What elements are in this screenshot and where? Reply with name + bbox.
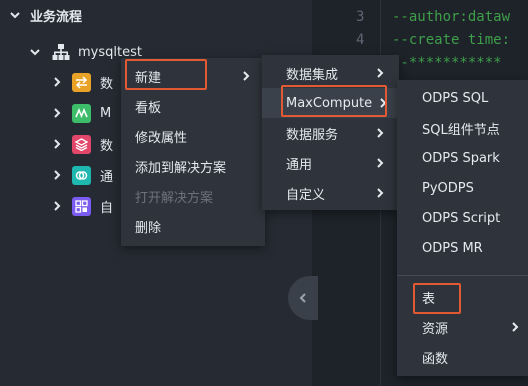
node-data-integration[interactable]: 数 (50, 67, 113, 97)
chevron-down-icon[interactable] (8, 8, 22, 22)
menu-item-label: PyODPS (422, 180, 474, 196)
maxcompute-submenu: ODPS SQL SQL组件节点 ODPS Spark PyODPS ODPS … (397, 80, 528, 376)
menu-item-label: 看板 (135, 100, 162, 116)
node-label: 自 (100, 200, 114, 216)
chevron-right-icon (243, 71, 250, 81)
node-maxcompute[interactable]: M (50, 98, 111, 128)
menu-item-data-integration[interactable]: 数据集成 (262, 58, 399, 88)
menu-item-label: ODPS MR (422, 240, 483, 256)
section-title: 业务流程 (30, 9, 83, 25)
menu-item-label: 删除 (135, 220, 162, 236)
menu-item-label: 数据服务 (286, 127, 339, 143)
context-menu: 新建 看板 修改属性 添加到解决方案 打开解决方案 删除 (121, 58, 265, 246)
menu-item-label: 通用 (286, 157, 313, 173)
menu-item-pyodps[interactable]: PyODPS (397, 173, 528, 203)
menu-item-label: 添加到解决方案 (135, 160, 227, 176)
node-label: 数 (100, 138, 114, 154)
workflow-tree-icon (52, 44, 70, 60)
chevron-right-icon (377, 68, 384, 78)
menu-item-function[interactable]: 函数 (397, 342, 528, 372)
line-number: 3 (356, 9, 365, 25)
chevron-right-icon (377, 158, 384, 168)
section-business-flow[interactable]: 业务流程 (8, 0, 82, 30)
menu-item-label: 打开解决方案 (135, 190, 214, 206)
code-line[interactable]: --author:dataw (392, 9, 510, 25)
menu-item-dashboard[interactable]: 看板 (121, 91, 265, 121)
chevron-left-icon (299, 293, 306, 303)
chevron-right-icon[interactable] (50, 75, 64, 89)
chevron-right-icon[interactable] (50, 106, 64, 120)
menu-item-data-service[interactable]: 数据服务 (262, 118, 399, 148)
menu-item-general[interactable]: 通用 (262, 148, 399, 178)
menu-item-label: ODPS Script (422, 210, 501, 226)
menu-item-label: 函数 (422, 351, 449, 367)
menu-item-resource[interactable]: 资源 (397, 312, 528, 342)
menu-item-add-to-solution[interactable]: 添加到解决方案 (121, 151, 265, 181)
new-submenu: 数据集成 MaxCompute 数据服务 通用 自定义 (262, 55, 399, 210)
maxcompute-icon (72, 103, 91, 123)
data-service-icon (72, 134, 91, 154)
menu-item-sql-component[interactable]: SQL组件节点 (397, 113, 528, 143)
chevron-right-icon[interactable] (50, 137, 64, 151)
menu-item-label: 表 (422, 291, 436, 307)
menu-item-maxcompute[interactable]: MaxCompute (262, 88, 399, 118)
node-custom[interactable]: 自 (50, 191, 113, 221)
menu-item-label: MaxCompute (286, 95, 373, 111)
general-icon (72, 165, 91, 185)
menu-item-label: 修改属性 (135, 130, 188, 146)
menu-item-label: ODPS SQL (422, 90, 489, 106)
menu-item-edit-properties[interactable]: 修改属性 (121, 121, 265, 151)
data-integration-icon (72, 72, 91, 92)
menu-item-new[interactable]: 新建 (121, 61, 265, 91)
node-label: 通 (100, 169, 114, 185)
menu-item-odps-script[interactable]: ODPS Script (397, 203, 528, 233)
line-number: 4 (356, 32, 365, 48)
menu-item-odps-sql[interactable]: ODPS SQL (397, 83, 528, 113)
node-label: M (100, 105, 112, 121)
chevron-down-icon[interactable] (28, 45, 42, 59)
chevron-right-icon[interactable] (50, 199, 64, 213)
menu-item-open-solution: 打开解决方案 (121, 181, 265, 211)
menu-item-label: SQL组件节点 (422, 122, 500, 138)
chevron-right-icon (377, 128, 384, 138)
node-data-service[interactable]: 数 (50, 129, 113, 159)
menu-item-custom[interactable]: 自定义 (262, 178, 399, 208)
chevron-right-icon (377, 188, 384, 198)
menu-item-label: 自定义 (286, 187, 326, 203)
node-label: 数 (100, 76, 114, 92)
menu-item-label: 资源 (422, 321, 449, 337)
menu-divider (397, 275, 528, 276)
code-line[interactable]: --create time: (392, 32, 510, 48)
menu-item-label: 数据集成 (286, 67, 339, 83)
node-general[interactable]: 通 (50, 160, 113, 190)
menu-item-label: ODPS Spark (422, 150, 500, 166)
chevron-right-icon[interactable] (50, 168, 64, 182)
menu-item-delete[interactable]: 删除 (121, 211, 265, 241)
menu-item-label: 新建 (135, 70, 162, 86)
chevron-right-icon (380, 98, 387, 108)
chevron-right-icon (512, 322, 519, 332)
code-line[interactable]: --*********** (392, 55, 502, 71)
menu-item-odps-mr[interactable]: ODPS MR (397, 233, 528, 263)
menu-item-table[interactable]: 表 (397, 282, 528, 312)
custom-icon (72, 196, 91, 216)
menu-item-odps-spark[interactable]: ODPS Spark (397, 143, 528, 173)
